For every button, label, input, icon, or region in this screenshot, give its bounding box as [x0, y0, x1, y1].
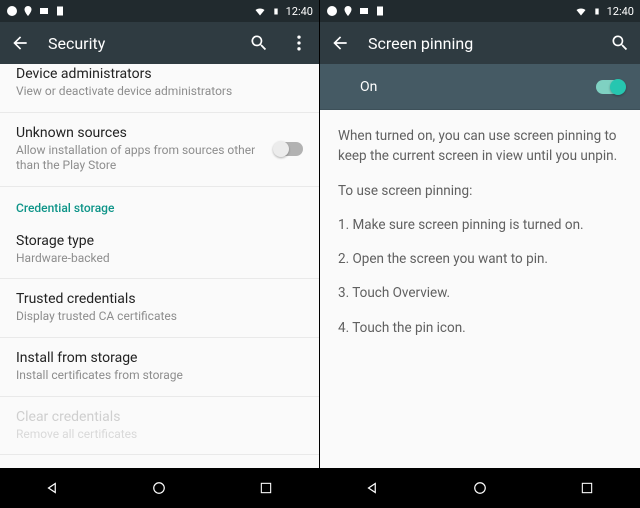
item-subtitle: Allow installation of apps from sources …	[16, 143, 303, 174]
phone-screen-pinning: 12:40 Screen pinning On When turned on, …	[320, 0, 640, 508]
nav-overview-button[interactable]	[246, 468, 286, 508]
intro-text: When turned on, you can use screen pinni…	[338, 126, 622, 167]
howto-text: To use screen pinning:	[338, 181, 622, 201]
step-1: 1. Make sure screen pinning is turned on…	[338, 215, 622, 235]
statusbar-left-icons	[326, 5, 386, 17]
step-4: 4. Touch the pin icon.	[338, 318, 622, 338]
item-device-administrators[interactable]: Device administrators View or deactivate…	[0, 64, 319, 113]
step-2: 2. Open the screen you want to pin.	[338, 249, 622, 269]
appbar-title: Screen pinning	[368, 34, 592, 53]
item-trusted-credentials[interactable]: Trusted credentials Display trusted CA c…	[0, 279, 319, 338]
notif-icon	[6, 5, 18, 17]
back-button[interactable]	[328, 31, 352, 55]
navbar	[0, 468, 319, 508]
statusbar: 12:40	[0, 0, 319, 22]
item-title: Device administrators	[16, 66, 303, 82]
header-advanced: Advanced	[0, 455, 319, 468]
item-title: Clear credentials	[16, 409, 303, 425]
toggle-bar[interactable]: On	[320, 64, 640, 110]
overflow-button[interactable]	[287, 31, 311, 55]
body-text: When turned on, you can use screen pinni…	[320, 110, 640, 368]
location-icon	[342, 5, 354, 17]
item-subtitle: View or deactivate device administrators	[16, 84, 303, 100]
unknown-sources-switch[interactable]	[275, 142, 303, 156]
settings-list[interactable]: Device administrators View or deactivate…	[0, 64, 319, 468]
battery-icon	[270, 5, 282, 17]
nav-home-button[interactable]	[460, 468, 500, 508]
statusbar-right: 12:40	[575, 5, 634, 18]
navbar	[320, 468, 640, 508]
item-storage-type[interactable]: Storage type Hardware-backed	[0, 221, 319, 280]
nav-home-button[interactable]	[139, 468, 179, 508]
notif-icon	[326, 5, 338, 17]
wifi-icon	[254, 5, 266, 17]
screen-pinning-switch[interactable]	[596, 80, 624, 94]
statusbar-time: 12:40	[286, 5, 313, 18]
nav-overview-button[interactable]	[567, 468, 607, 508]
status-icon-2	[374, 5, 386, 17]
item-install-from-storage[interactable]: Install from storage Install certificate…	[0, 338, 319, 397]
item-title: Trusted credentials	[16, 291, 303, 307]
statusbar-right: 12:40	[254, 5, 313, 18]
status-icon-1	[38, 5, 50, 17]
location-icon	[22, 5, 34, 17]
statusbar-left-icons	[6, 5, 66, 17]
item-title: Install from storage	[16, 350, 303, 366]
nav-back-button[interactable]	[33, 468, 73, 508]
search-button[interactable]	[608, 31, 632, 55]
item-title: Unknown sources	[16, 125, 303, 141]
toggle-label: On	[360, 79, 377, 95]
step-3: 3. Touch Overview.	[338, 283, 622, 303]
appbar-title: Security	[48, 34, 231, 53]
item-subtitle: Display trusted CA certificates	[16, 309, 303, 325]
status-icon-1	[358, 5, 370, 17]
item-unknown-sources[interactable]: Unknown sources Allow installation of ap…	[0, 113, 319, 187]
phone-security: 12:40 Security Device administrators Vie…	[0, 0, 320, 508]
statusbar-time: 12:40	[607, 5, 634, 18]
nav-back-button[interactable]	[353, 468, 393, 508]
item-subtitle: Hardware-backed	[16, 251, 303, 267]
wifi-icon	[575, 5, 587, 17]
item-title: Storage type	[16, 233, 303, 249]
screen-pinning-content: When turned on, you can use screen pinni…	[320, 110, 640, 468]
search-button[interactable]	[247, 31, 271, 55]
item-clear-credentials: Clear credentials Remove all certificate…	[0, 397, 319, 456]
status-icon-2	[54, 5, 66, 17]
appbar-security: Security	[0, 22, 319, 64]
back-button[interactable]	[8, 31, 32, 55]
appbar-screen-pinning: Screen pinning	[320, 22, 640, 64]
statusbar: 12:40	[320, 0, 640, 22]
item-subtitle: Install certificates from storage	[16, 368, 303, 384]
item-subtitle: Remove all certificates	[16, 427, 303, 443]
header-credential-storage: Credential storage	[0, 187, 319, 221]
battery-icon	[591, 5, 603, 17]
